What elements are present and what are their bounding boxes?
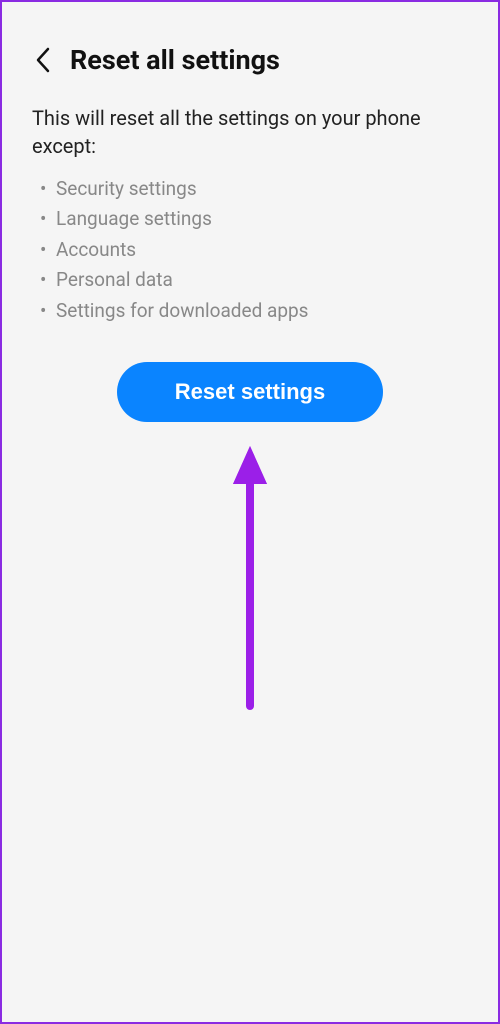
list-item: Settings for downloaded apps <box>56 296 468 326</box>
list-item: Accounts <box>56 235 468 265</box>
list-item: Security settings <box>56 174 468 204</box>
list-item: Personal data <box>56 265 468 295</box>
exception-list: Security settings Language settings Acco… <box>32 174 468 326</box>
description-text: This will reset all the settings on your… <box>32 104 468 160</box>
page-title: Reset all settings <box>70 44 280 76</box>
annotation-arrow-icon <box>225 436 275 730</box>
back-icon[interactable] <box>32 49 54 71</box>
device-frame: Reset all settings This will reset all t… <box>0 0 500 1024</box>
screen: Reset all settings This will reset all t… <box>10 10 490 1014</box>
list-item: Language settings <box>56 204 468 234</box>
header: Reset all settings <box>32 44 468 76</box>
reset-settings-button[interactable]: Reset settings <box>117 362 383 422</box>
button-container: Reset settings <box>32 362 468 422</box>
